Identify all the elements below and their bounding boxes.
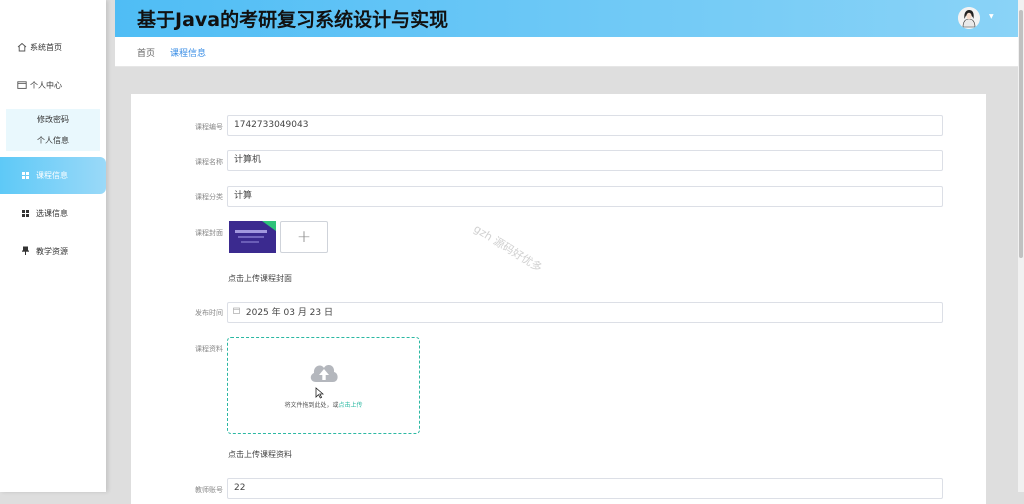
teacher-no-field[interactable]: 22: [227, 478, 943, 499]
page-title: 基于Java的考研复习系统设计与实现: [137, 9, 449, 31]
sidebar-item-course-selection[interactable]: 选课信息: [0, 201, 106, 225]
material-label: 课程资料: [195, 345, 223, 353]
sidebar-item-label: 个人中心: [30, 80, 62, 90]
form-card: 课程编号 1742733049043 课程名称 计算机 课程分类 计算 课程封面…: [131, 94, 986, 504]
sidebar-item-change-password[interactable]: 修改密码: [6, 109, 100, 130]
course-name-field[interactable]: 计算机: [227, 150, 943, 171]
sidebar-item-label: 系统首页: [30, 42, 62, 52]
cloud-upload-icon: [308, 360, 340, 390]
calendar-icon: [233, 303, 240, 322]
material-dropzone[interactable]: 将文件拖到此处，或点击上传: [227, 337, 420, 434]
plus-icon: +: [296, 227, 312, 247]
teacher-no-label: 教师账号: [195, 486, 223, 494]
upload-cover-button[interactable]: +: [280, 221, 328, 253]
sidebar-item-personal-info[interactable]: 个人信息: [6, 130, 100, 151]
id-card-icon: [17, 80, 27, 90]
publish-time-field[interactable]: 2025 年 03 月 23 日: [227, 302, 943, 323]
home-icon: [17, 42, 27, 52]
sidebar-item-course-info[interactable]: 课程信息: [0, 157, 106, 194]
pin-icon: [22, 246, 29, 257]
chevron-down-icon[interactable]: ▼: [989, 13, 994, 20]
sidebar-item-label: 选课信息: [36, 208, 68, 218]
dropzone-text: 将文件拖到此处，或点击上传: [228, 400, 419, 409]
cover-hint: 点击上传课程封面: [228, 274, 292, 283]
app-header: 基于Java的考研复习系统设计与实现 ▼: [115, 0, 1018, 37]
category-field[interactable]: 计算: [227, 186, 943, 207]
grid-icon: [22, 172, 29, 179]
click-upload-link[interactable]: 点击上传: [339, 402, 363, 409]
course-no-label: 课程编号: [195, 123, 223, 131]
breadcrumb-current: 课程信息: [170, 49, 207, 59]
course-name-label: 课程名称: [195, 158, 223, 166]
dropzone-instruction: 将文件拖到此处，或: [284, 402, 339, 409]
sidebar: 系统首页 个人中心 修改密码 个人信息 课程信息 选课信息 教学资源: [0, 0, 106, 492]
scrollbar-thumb[interactable]: [1019, 10, 1023, 258]
publish-time-value: 2025 年 03 月 23 日: [245, 308, 333, 318]
cover-thumbnail[interactable]: [229, 221, 276, 253]
sidebar-item-label: 教学资源: [36, 246, 68, 256]
sidebar-submenu: 修改密码 个人信息: [6, 109, 100, 151]
sidebar-item-personal-center[interactable]: 个人中心: [0, 73, 106, 97]
breadcrumb-home[interactable]: 首页: [137, 46, 155, 59]
avatar[interactable]: [958, 7, 980, 29]
material-hint: 点击上传课程资料: [228, 450, 292, 459]
sidebar-item-label: 课程信息: [36, 171, 68, 180]
grid-icon: [22, 209, 29, 217]
cover-label: 课程封面: [195, 229, 223, 237]
category-label: 课程分类: [195, 193, 223, 201]
course-no-field[interactable]: 1742733049043: [227, 115, 943, 136]
breadcrumb: 首页 课程信息: [115, 37, 1018, 67]
sidebar-item-home[interactable]: 系统首页: [0, 35, 106, 59]
publish-time-label: 发布时间: [195, 309, 223, 317]
sidebar-item-teaching-resources[interactable]: 教学资源: [0, 239, 106, 263]
